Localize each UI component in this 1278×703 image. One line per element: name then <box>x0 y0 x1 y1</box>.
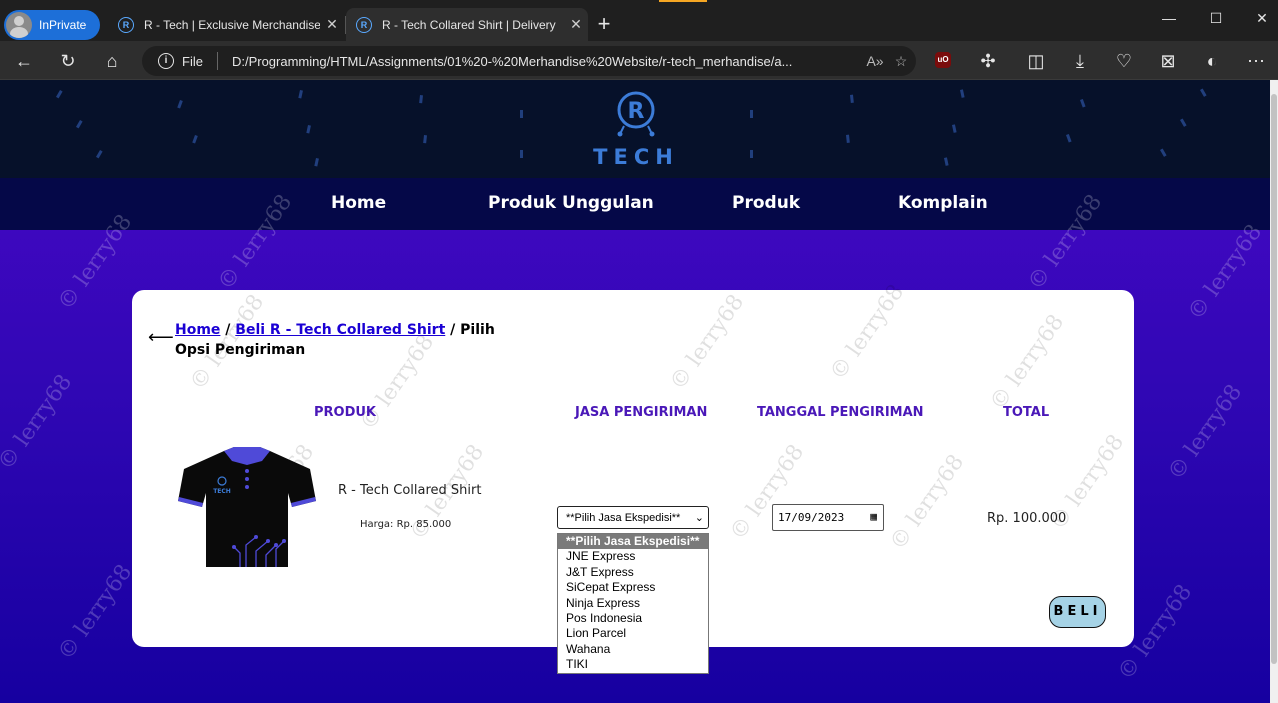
date-value: 17/09/2023 <box>778 511 845 524</box>
header-tanggal-pengiriman: TANGGAL PENGIRIMAN <box>757 405 924 420</box>
header-produk: PRODUK <box>314 405 377 420</box>
browser-tab-bar: InPrivate R R - Tech | Exclusive Merchan… <box>0 0 1278 41</box>
chevron-down-icon: ⌄ <box>694 512 704 524</box>
shipping-option[interactable]: Pos Indonesia <box>558 611 708 626</box>
shipping-option[interactable]: JNE Express <box>558 549 708 564</box>
info-icon[interactable]: i <box>158 53 174 69</box>
logo-mark-icon: R <box>617 91 655 137</box>
shipping-option[interactable]: Wahana <box>558 642 708 657</box>
shirt-product-image: TECH <box>178 447 316 567</box>
screenshot-icon[interactable]: ⊠ <box>1156 49 1180 73</box>
window-close-icon[interactable]: ✕ <box>1250 10 1274 27</box>
favorite-star-icon[interactable]: ☆ <box>890 53 912 70</box>
product-price: Harga: Rp. 85.000 <box>360 519 452 530</box>
address-divider <box>216 52 218 70</box>
home-icon[interactable]: ⌂ <box>100 49 124 73</box>
refresh-icon[interactable]: ↻ <box>56 49 80 73</box>
tab-delivery-active[interactable]: R R - Tech Collared Shirt | Delivery ✕ <box>346 8 588 41</box>
shipping-select[interactable]: **Pilih Jasa Ekspedisi** ⌄ <box>557 506 709 529</box>
total-price: Rp. 100.000 <box>987 511 1067 526</box>
tab-activity-indicator <box>659 0 707 2</box>
back-icon[interactable]: ← <box>12 49 36 73</box>
nav-produk-unggulan[interactable]: Produk Unggulan <box>488 193 654 213</box>
breadcrumb-separator: / <box>220 322 236 338</box>
header-total: TOTAL <box>1003 405 1050 420</box>
watermark-text: © lerry68 <box>0 370 78 475</box>
logo-text: TECH <box>593 145 679 169</box>
profile-avatar-icon <box>6 12 32 38</box>
close-tab-icon[interactable]: ✕ <box>320 16 344 33</box>
calendar-icon[interactable]: ▦ <box>870 510 877 523</box>
new-tab-icon[interactable]: + <box>592 12 616 36</box>
header-jasa-pengiriman: JASA PENGIRIMAN <box>575 405 708 420</box>
delivery-card: © lerry68 © lerry68 © lerry68 © lerry68 … <box>132 280 1134 674</box>
site-favicon-icon: R <box>356 16 372 33</box>
shipping-select-value: **Pilih Jasa Ekspedisi** <box>566 511 681 524</box>
read-aloud-icon[interactable]: A» <box>864 53 886 69</box>
shipping-dropdown-list: **Pilih Jasa Ekspedisi** JNE Express J&T… <box>557 533 709 674</box>
shipping-option[interactable]: Ninja Express <box>558 596 708 611</box>
site-favicon-icon: R <box>118 16 134 33</box>
breadcrumb-product-link[interactable]: Beli R - Tech Collared Shirt <box>235 322 445 338</box>
watermark-text: © lerry68 <box>1183 220 1268 325</box>
product-name: R - Tech Collared Shirt <box>338 483 482 498</box>
maximize-icon[interactable]: ☐ <box>1204 10 1228 27</box>
downloads-icon[interactable]: ⤓ <box>1068 49 1092 73</box>
tab-title: R - Tech Collared Shirt | Delivery <box>382 17 556 32</box>
shipping-option[interactable]: Lion Parcel <box>558 626 708 641</box>
inprivate-label: InPrivate <box>39 18 87 32</box>
site-logo[interactable]: R TECH <box>590 88 682 174</box>
watermark-text: © lerry68 <box>825 280 910 385</box>
watermark-text: © lerry68 <box>53 560 138 665</box>
address-bar[interactable]: i File D:/Programming/HTML/Assignments/0… <box>142 46 916 76</box>
shipping-option[interactable]: TIKI <box>558 657 708 672</box>
shipping-option[interactable]: J&T Express <box>558 565 708 580</box>
close-tab-icon[interactable]: ✕ <box>564 16 588 33</box>
ublock-extension-icon[interactable]: uO <box>935 52 951 68</box>
inprivate-profile-button[interactable]: InPrivate <box>4 10 100 40</box>
nav-produk[interactable]: Produk <box>732 193 800 213</box>
svg-text:TECH: TECH <box>213 488 231 495</box>
shipping-option[interactable]: SiCepat Express <box>558 580 708 595</box>
svg-text:R: R <box>628 99 645 124</box>
watermark-text: © lerry68 <box>1163 380 1248 485</box>
split-screen-icon[interactable]: ◫ <box>1024 49 1048 73</box>
back-arrow-icon[interactable]: ⟵ <box>148 328 174 346</box>
watermark-text: © lerry68 <box>985 310 1070 415</box>
extensions-icon[interactable]: ✣ <box>976 49 1000 73</box>
tab-title: R - Tech | Exclusive Merchandise <box>144 17 320 32</box>
hero-banner: R TECH <box>0 80 1270 178</box>
delivery-date-input[interactable]: 17/09/2023 ▦ <box>772 504 884 531</box>
watermark-text: © lerry68 <box>665 290 750 395</box>
nav-home[interactable]: Home <box>331 193 386 213</box>
watermark-text: © lerry68 <box>885 450 970 555</box>
url-text[interactable]: D:/Programming/HTML/Assignments/01%20-%2… <box>232 54 864 69</box>
more-menu-icon[interactable]: ⋯ <box>1244 49 1268 73</box>
minimize-icon[interactable]: — <box>1157 10 1181 26</box>
scrollbar-thumb[interactable] <box>1271 94 1277 664</box>
breadcrumb: Home / Beli R - Tech Collared Shirt / Pi… <box>175 320 495 360</box>
shipping-option[interactable]: **Pilih Jasa Ekspedisi** <box>558 534 708 550</box>
browser-essentials-icon[interactable]: ♡ <box>1112 49 1136 73</box>
page-scrollbar[interactable] <box>1270 80 1278 703</box>
buy-button[interactable]: BELI <box>1049 596 1106 628</box>
scheme-label: File <box>182 53 203 69</box>
browser-toolbar: ← ↻ ⌂ i File D:/Programming/HTML/Assignm… <box>0 41 1278 80</box>
nav-komplain[interactable]: Komplain <box>898 193 988 213</box>
copilot-icon[interactable]: ◐ <box>1200 49 1224 73</box>
web-page: R TECH Home Produk Unggulan Produk Kompl… <box>0 80 1270 703</box>
main-navigation: Home Produk Unggulan Produk Komplain <box>0 178 1270 230</box>
breadcrumb-separator: / <box>445 322 461 338</box>
breadcrumb-home-link[interactable]: Home <box>175 322 220 338</box>
tab-merchandise[interactable]: R R - Tech | Exclusive Merchandise ✕ <box>108 8 344 41</box>
